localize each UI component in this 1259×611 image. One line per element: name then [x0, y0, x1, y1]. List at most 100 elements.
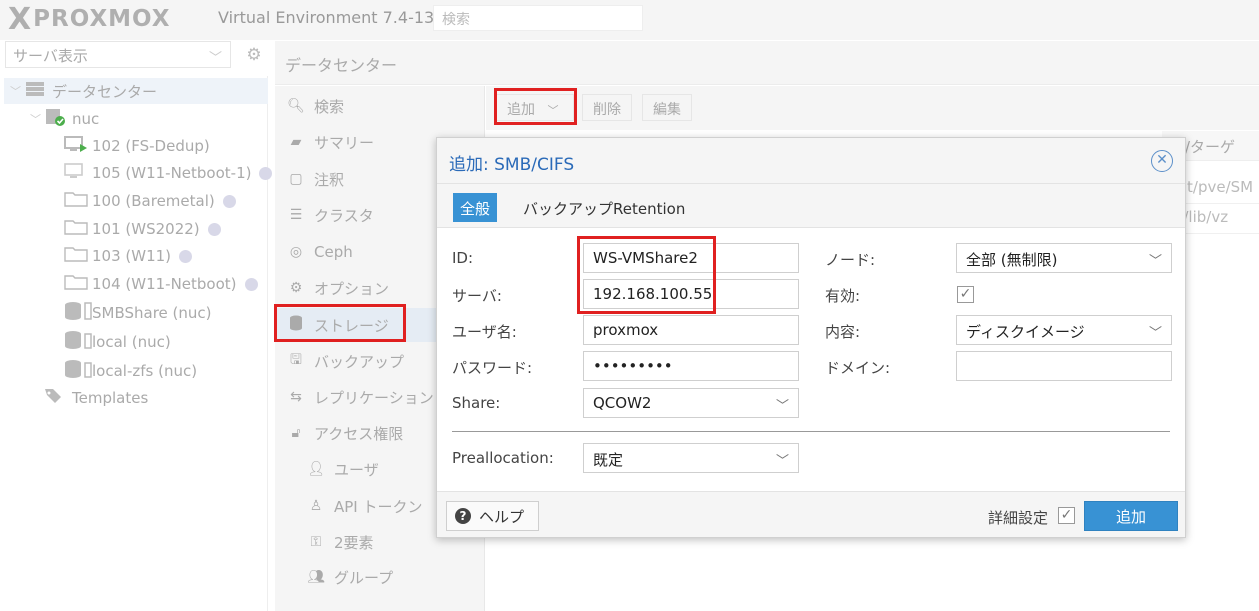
node-icon — [44, 108, 66, 130]
share-label: Share: — [452, 394, 501, 412]
server-field[interactable]: 192.168.100.55 — [583, 279, 799, 309]
tree-item-storage[interactable]: local-zfs (nuc) — [64, 358, 197, 384]
nav-item-search[interactable]: 🔍︎ 検索 — [275, 89, 485, 123]
username-field[interactable]: proxmox — [583, 315, 799, 345]
help-button-label: ヘルプ — [479, 507, 525, 526]
version-label: Virtual Environment 7.4-13 — [218, 8, 435, 27]
datacenter-icon — [24, 81, 46, 101]
preallocation-select[interactable]: 既定 ﹀ — [583, 443, 799, 473]
tree-item-template[interactable]: 101 (WS2022) — [64, 216, 221, 242]
enabled-label: 有効: — [825, 287, 861, 305]
tree-item-storage[interactable]: SMBShare (nuc) — [64, 300, 212, 326]
view-selector[interactable]: サーバ表示 ﹀ — [5, 41, 231, 68]
tree-item-label: 102 (FS-Dedup) — [92, 137, 210, 155]
status-dot — [244, 277, 258, 291]
tree-item-label: local (nuc) — [92, 333, 171, 351]
domain-field[interactable] — [956, 351, 1172, 381]
node-select-value: 全部 (無制限) — [966, 251, 1058, 269]
tree-item-label: 103 (W11) — [92, 247, 172, 265]
username-label: ユーザ名: — [452, 323, 517, 341]
global-search-input[interactable]: 検索 — [433, 5, 643, 31]
node-select[interactable]: 全部 (無制限) ﹀ — [956, 243, 1172, 273]
enabled-checkbox[interactable]: ✓ — [957, 286, 974, 303]
nav-item-label: ユーザ — [334, 460, 379, 479]
dialog-tabs: 全般 バックアップRetention — [437, 184, 1185, 228]
retweet-icon: ⇆ — [290, 389, 302, 405]
collapse-icon[interactable]: ﹀ — [10, 83, 24, 99]
nav-item-label: アクセス権限 — [314, 424, 404, 443]
proxmox-logo[interactable]: X PROXMOX — [8, 2, 171, 37]
tree-item-storage[interactable]: local (nuc) — [64, 329, 171, 355]
domain-label: ドメイン: — [825, 359, 891, 377]
tree-item-tags[interactable]: Templates — [44, 385, 148, 411]
template-icon — [64, 273, 88, 295]
top-bar: X PROXMOX Virtual Environment 7.4-13 検索 — [0, 0, 1259, 40]
page-title: データセンター — [275, 41, 1259, 85]
tree-item-label: 104 (W11-Netboot) — [92, 275, 237, 293]
unlock-icon: 🔓︎ — [291, 425, 301, 441]
content-label: 内容: — [825, 323, 861, 341]
nav-item-label: クラスタ — [314, 206, 374, 225]
storage-icon — [64, 359, 92, 383]
logo-word: PROXMOX — [33, 6, 171, 32]
chevron-down-icon: ﹀ — [208, 51, 222, 66]
tab-backup-retention[interactable]: バックアップRetention — [516, 193, 692, 222]
storage-icon — [64, 330, 92, 354]
id-label: ID: — [452, 249, 474, 267]
book-icon: ▰ — [290, 134, 302, 150]
advanced-checkbox[interactable]: ✓ — [1058, 507, 1075, 524]
add-button[interactable]: 追加 ﹀ — [496, 94, 574, 121]
resource-tree: ﹀ データセンター ﹀ nuc 102 (FS-Dedup) 105 (W11-… — [0, 76, 273, 611]
tree-item-template[interactable]: 104 (W11-Netboot) — [64, 271, 258, 297]
remove-button[interactable]: 削除 — [582, 94, 632, 121]
password-field[interactable]: ••••••••• — [583, 351, 799, 381]
vm-running-icon — [64, 135, 87, 157]
tree-item-label: データセンター — [52, 82, 158, 101]
tree-item-node[interactable]: ﹀ nuc — [30, 106, 99, 132]
chevron-down-icon: ﹀ — [775, 454, 789, 469]
storage-icon — [64, 301, 92, 325]
id-field[interactable]: WS-VMShare2 — [583, 243, 799, 273]
nav-item-label: サマリー — [314, 133, 375, 152]
nav-item-label: バックアップ — [314, 352, 405, 371]
preallocation-label: Preallocation: — [452, 449, 554, 467]
close-icon[interactable]: ✕ — [1151, 150, 1173, 172]
status-dot — [259, 166, 273, 180]
server-label: サーバ: — [452, 287, 502, 305]
tree-item-label: nuc — [72, 110, 100, 128]
chevron-down-icon: ﹀ — [547, 104, 559, 117]
user-outline-icon: ♙ — [309, 498, 323, 514]
dialog-footer: ? ヘルプ 詳細設定 ✓ 追加 — [437, 491, 1185, 537]
advanced-label: 詳細設定 — [988, 509, 1049, 527]
edit-button[interactable]: 編集 — [642, 94, 692, 121]
help-button[interactable]: ? ヘルプ — [446, 501, 539, 531]
tree-item-vm[interactable]: 102 (FS-Dedup) — [64, 133, 210, 159]
view-selector-value: サーバ表示 — [13, 47, 88, 65]
gear-icon[interactable]: ⚙ — [241, 42, 267, 68]
submit-add-button[interactable]: 追加 — [1084, 501, 1178, 531]
tree-item-label: 101 (WS2022) — [92, 220, 200, 238]
tree-item-label: SMBShare (nuc) — [92, 304, 212, 322]
tree-item-template[interactable]: 100 (Baremetal) — [64, 188, 236, 214]
template-icon — [64, 218, 88, 240]
tree-item-label: 100 (Baremetal) — [92, 192, 215, 210]
password-label: パスワード: — [452, 359, 533, 377]
nav-item-groups[interactable]: 👥︎ グループ — [275, 560, 485, 594]
nav-item-label: レプリケーション — [314, 388, 434, 407]
node-label: ノード: — [825, 251, 876, 269]
tree-item-vm[interactable]: 105 (W11-Netboot-1) — [64, 160, 273, 186]
tree-item-datacenter[interactable]: ﹀ データセンター — [4, 78, 268, 104]
divider — [452, 431, 1170, 432]
tags-icon — [44, 387, 66, 409]
dialog-header: 追加: SMB/CIFS ✕ — [437, 138, 1185, 184]
collapse-icon[interactable]: ﹀ — [30, 111, 44, 127]
tree-item-template[interactable]: 103 (W11) — [64, 243, 193, 269]
chevron-down-icon: ﹀ — [1148, 326, 1162, 341]
dialog-title: 追加: SMB/CIFS — [449, 155, 575, 175]
share-select[interactable]: QCOW2 ﹀ — [583, 388, 799, 418]
content-select[interactable]: ディスクイメージ ﹀ — [956, 315, 1172, 345]
tab-general[interactable]: 全般 — [453, 193, 498, 222]
question-icon: ? — [455, 508, 471, 524]
nav-item-label: オプション — [314, 279, 390, 298]
status-dot — [179, 249, 193, 263]
